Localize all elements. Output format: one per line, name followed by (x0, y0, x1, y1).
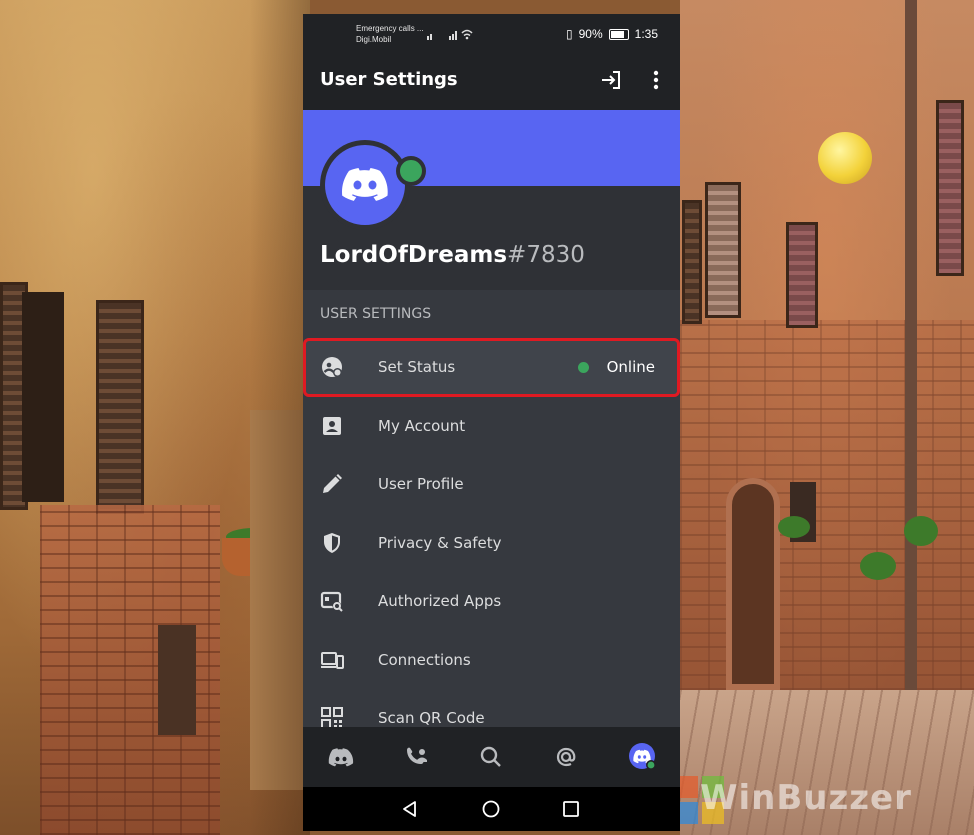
apps-icon (320, 589, 344, 613)
discriminator: #7830 (507, 242, 585, 268)
devices-icon (320, 648, 344, 672)
carrier-info: Emergency calls ... Digi.Mobil (356, 23, 424, 45)
window-shutter (786, 222, 818, 328)
discord-logo-icon (325, 145, 405, 225)
brick-wall (680, 320, 974, 690)
plant (860, 552, 896, 580)
menu-item-label: Privacy & Safety (378, 533, 502, 552)
menu-item-label: Scan QR Code (378, 709, 485, 728)
username: LordOfDreams (320, 242, 508, 268)
phone-screen: Emergency calls ... Digi.Mobil ▯ 90% 1:3… (303, 14, 680, 831)
window-shutter (936, 100, 964, 276)
signal-wifi-icon (427, 28, 473, 43)
profile-card: LordOfDreams#7830 (303, 140, 680, 290)
app-header: User Settings (303, 50, 680, 110)
recents-icon[interactable] (561, 799, 581, 819)
online-status-indicator (396, 156, 426, 186)
search-icon[interactable] (478, 744, 504, 770)
status-bar: Emergency calls ... Digi.Mobil ▯ 90% 1:3… (303, 14, 680, 50)
system-navigation-bar (303, 787, 680, 831)
menu-item-label: Authorized Apps (378, 592, 502, 611)
street-lamp (818, 132, 872, 184)
drain-pipe (905, 0, 917, 690)
battery-percent: 90% (578, 27, 603, 41)
section-header: USER SETTINGS (303, 290, 680, 338)
status-right: ▯ 90% 1:35 (566, 27, 658, 41)
window-shutter (96, 300, 144, 514)
menu-item-authorized-apps[interactable]: Authorized Apps (303, 572, 680, 631)
plant (778, 516, 810, 538)
logout-icon[interactable] (599, 68, 623, 92)
arched-door (726, 478, 780, 690)
menu-item-my-account[interactable]: My Account (303, 396, 680, 455)
plant (904, 516, 938, 546)
discord-home-icon[interactable] (328, 744, 354, 770)
back-icon[interactable] (400, 799, 420, 819)
carrier-line-1: Emergency calls ... (356, 24, 424, 33)
online-dot-icon (577, 361, 589, 373)
account-icon (320, 414, 344, 438)
profile-avatar-icon[interactable] (628, 742, 658, 772)
menu-item-label: User Profile (378, 475, 464, 494)
menu-item-label: Set Status (378, 358, 456, 377)
menu-item-privacy-safety[interactable]: Privacy & Safety (303, 513, 680, 572)
status-icon (320, 355, 344, 379)
mentions-icon[interactable] (553, 744, 579, 770)
watermark-text: WinBuzzer (700, 778, 912, 818)
menu-item-user-profile[interactable]: User Profile (303, 455, 680, 514)
menu-item-label: Connections (378, 650, 471, 669)
home-icon[interactable] (481, 799, 501, 819)
wall-opening (158, 625, 196, 735)
status-value: Online (606, 358, 655, 377)
wall-shadow (250, 0, 310, 835)
kebab-menu-icon[interactable] (647, 68, 665, 92)
menu-item-connections[interactable]: Connections (303, 630, 680, 689)
pencil-icon (320, 472, 344, 496)
username-display: LordOfDreams#7830 (320, 242, 585, 268)
current-status: Online (577, 358, 655, 377)
dark-window (22, 292, 64, 502)
vibrate-icon: ▯ (566, 27, 573, 41)
friends-icon[interactable] (404, 744, 430, 770)
avatar[interactable] (320, 140, 426, 230)
menu-item-label: My Account (378, 416, 466, 435)
window-shutter (682, 200, 702, 324)
menu-item-set-status[interactable]: Set Status Online (303, 338, 680, 397)
clock: 1:35 (634, 27, 658, 41)
bottom-nav (303, 727, 680, 787)
page-title: User Settings (320, 69, 458, 90)
window-shutter (705, 182, 741, 318)
battery-icon (608, 28, 629, 40)
carrier-line-2: Digi.Mobil (356, 35, 392, 44)
shield-icon (320, 531, 344, 555)
